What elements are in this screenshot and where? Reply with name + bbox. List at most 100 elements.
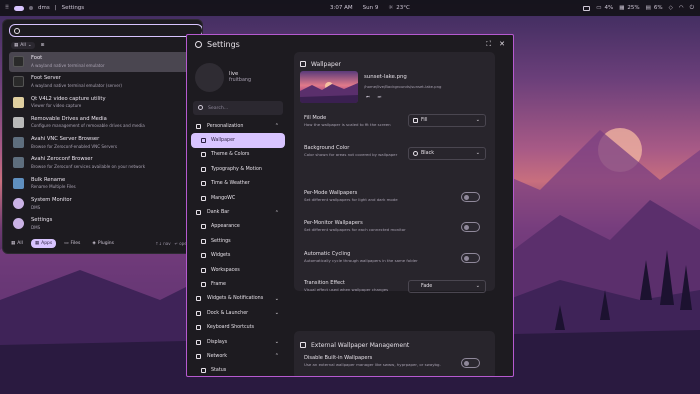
date[interactable]: Sun 9 xyxy=(363,5,379,11)
avatar[interactable] xyxy=(195,63,224,92)
battery-widget[interactable]: ▭ 4% xyxy=(596,5,613,11)
close-icon[interactable]: ✕ xyxy=(499,40,505,49)
network-icon[interactable]: ◠ xyxy=(679,5,684,11)
tab-files[interactable]: ▭ Files xyxy=(60,239,84,248)
power-icon[interactable]: ⏻ xyxy=(690,5,694,12)
list-item[interactable]: Settings DMS xyxy=(9,214,198,234)
clock[interactable]: 3:07 AM xyxy=(330,5,353,11)
list-item[interactable]: System Monitor DMS xyxy=(9,194,198,214)
nav-displays[interactable]: Displays ⌄ xyxy=(191,335,285,349)
cpu-widget[interactable]: ▦ 25% xyxy=(619,5,639,11)
widgets-icon xyxy=(201,253,206,259)
list-item[interactable]: Foot A wayland native terminal emulator xyxy=(9,52,198,73)
nav-label: Status xyxy=(211,368,227,374)
divider: | xyxy=(54,5,57,11)
settings-content: Wallpaper sunset-lake.png /home/live/Bac… xyxy=(294,52,495,376)
ram-widget[interactable]: ▤ 6% xyxy=(646,5,663,11)
launcher-icon[interactable]: ⠿ xyxy=(5,5,9,11)
workspace-indicator[interactable] xyxy=(29,6,34,10)
cpu-text: 25% xyxy=(627,5,640,11)
palette-icon xyxy=(201,152,206,158)
notification-icon[interactable]: ◇ xyxy=(669,5,673,11)
nav-frame[interactable]: Frame xyxy=(191,277,285,291)
toggle-knob xyxy=(464,195,469,200)
app-name: Bulk Rename xyxy=(31,176,66,183)
chevron-up-icon: ⌃ xyxy=(274,209,279,216)
tab-apps[interactable]: ▦ Apps xyxy=(30,239,57,248)
search-placeholder: Search... xyxy=(208,105,229,111)
nav-theme-colors[interactable]: Theme & Colors xyxy=(191,148,285,162)
gear-icon xyxy=(195,41,202,48)
launcher-search-input[interactable] xyxy=(9,24,202,37)
list-item[interactable]: Qt V4L2 video capture utility Viewer for… xyxy=(9,93,198,113)
nav-label: Widgets & Notifications xyxy=(207,296,264,302)
nav-label: MangoWC xyxy=(211,195,236,201)
per-mode-toggle[interactable] xyxy=(461,192,480,202)
clipboard-icon[interactable] xyxy=(583,5,591,11)
chevron-down-icon: ⌄ xyxy=(274,310,279,317)
list-item[interactable]: Avahi Zeroconf Browser Browse for Zeroco… xyxy=(9,153,198,173)
list-item[interactable]: Removable Drives and Media Configure man… xyxy=(9,113,198,133)
settings-search-input[interactable]: Search... xyxy=(193,101,283,115)
next-icon[interactable]: ⏭ xyxy=(378,94,382,99)
per-monitor-toggle[interactable] xyxy=(461,222,480,232)
nav-widgets[interactable]: Widgets xyxy=(191,249,285,263)
list-item[interactable]: Foot Server A wayland native terminal em… xyxy=(9,72,198,92)
nav-label: Time & Weather xyxy=(211,181,250,187)
app-name: Settings xyxy=(31,217,53,224)
external-icon xyxy=(300,342,306,348)
settings-icon xyxy=(201,238,206,244)
nav-widgets-notifications[interactable]: Widgets & Notifications ⌄ xyxy=(191,292,285,306)
nav-dock-launcher[interactable]: Dock & Launcher ⌄ xyxy=(191,306,285,320)
tab-plugins[interactable]: ◈ Plugins xyxy=(88,239,118,248)
nav-label: Settings xyxy=(211,238,231,244)
background-color-dropdown[interactable]: Black ⌄ xyxy=(408,147,486,160)
fill-mode-dropdown[interactable]: Fill ⌄ xyxy=(408,114,486,127)
app-desc: Rename Multiple Files xyxy=(31,184,76,190)
nav-network[interactable]: Network ⌃ xyxy=(191,349,285,363)
auto-cycling-toggle[interactable] xyxy=(461,253,480,263)
app-launcher: ▦All⌄ ⊞ ▤ Foot A wayland native terminal… xyxy=(2,19,203,254)
active-app-label: Settings xyxy=(61,5,85,11)
palette-icon xyxy=(196,123,201,129)
nav-dank-bar[interactable]: Dank Bar ⌃ xyxy=(191,205,285,219)
nav-bar-settings[interactable]: Settings xyxy=(191,234,285,248)
previous-icon[interactable]: ⏮ xyxy=(366,94,370,99)
font-icon xyxy=(201,166,206,172)
nav-workspaces[interactable]: Workspaces xyxy=(191,263,285,277)
card-header: External Wallpaper Management xyxy=(294,331,495,351)
nav-status[interactable]: Status xyxy=(191,364,285,376)
nav-mangowc[interactable]: MangoWC xyxy=(191,191,285,205)
ram-text: 6% xyxy=(653,5,663,11)
grid-view-icon[interactable]: ⊞ xyxy=(41,43,45,48)
nav-wallpaper[interactable]: Wallpaper xyxy=(191,133,285,148)
nav-appearance[interactable]: Appearance xyxy=(191,220,285,234)
transition-dropdown[interactable]: Fade ⌄ xyxy=(408,280,486,293)
launcher-footer: ▦ All ▦ Apps ▭ Files ◈ Plugins ↑↓ nav ↵ open… xyxy=(7,238,200,249)
nav-time-weather[interactable]: Time & Weather xyxy=(191,177,285,191)
wallpaper-card: Wallpaper sunset-lake.png /home/live/Bac… xyxy=(294,52,495,293)
toggle-knob xyxy=(464,256,469,261)
dropdown-value: Fill xyxy=(421,118,428,123)
appearance-icon xyxy=(201,224,206,230)
filter-dropdown[interactable]: ▦ All ⌄ xyxy=(11,42,35,49)
keyboard-icon xyxy=(196,325,201,331)
wallpaper-preview[interactable] xyxy=(300,71,358,103)
nav-label: Appearance xyxy=(211,224,240,230)
nav-keyboard-shortcuts[interactable]: Keyboard Shortcuts xyxy=(191,320,285,334)
list-item[interactable]: Avahi VNC Server Browser Browse for Zero… xyxy=(9,133,198,153)
toggle-knob xyxy=(464,361,469,366)
disable-builtin-toggle[interactable] xyxy=(461,358,480,368)
fullscreen-icon[interactable]: ⛶ xyxy=(486,40,491,49)
window-title: Settings xyxy=(195,40,240,49)
tab-all[interactable]: ▦ All xyxy=(7,239,27,248)
app-name: Removable Drives and Media xyxy=(31,115,107,122)
status-icon xyxy=(201,368,206,374)
nav-label: Theme & Colors xyxy=(211,152,250,158)
user-name: live xyxy=(229,71,239,77)
workspace-active[interactable] xyxy=(14,5,25,11)
list-item[interactable]: Bulk Rename Rename Multiple Files xyxy=(9,174,198,194)
nav-personalization[interactable]: Personalization ⌃ xyxy=(191,119,285,133)
nav-typography-motion[interactable]: Typography & Motion xyxy=(191,162,285,176)
weather-widget[interactable]: ☼ 23°C xyxy=(388,5,410,11)
